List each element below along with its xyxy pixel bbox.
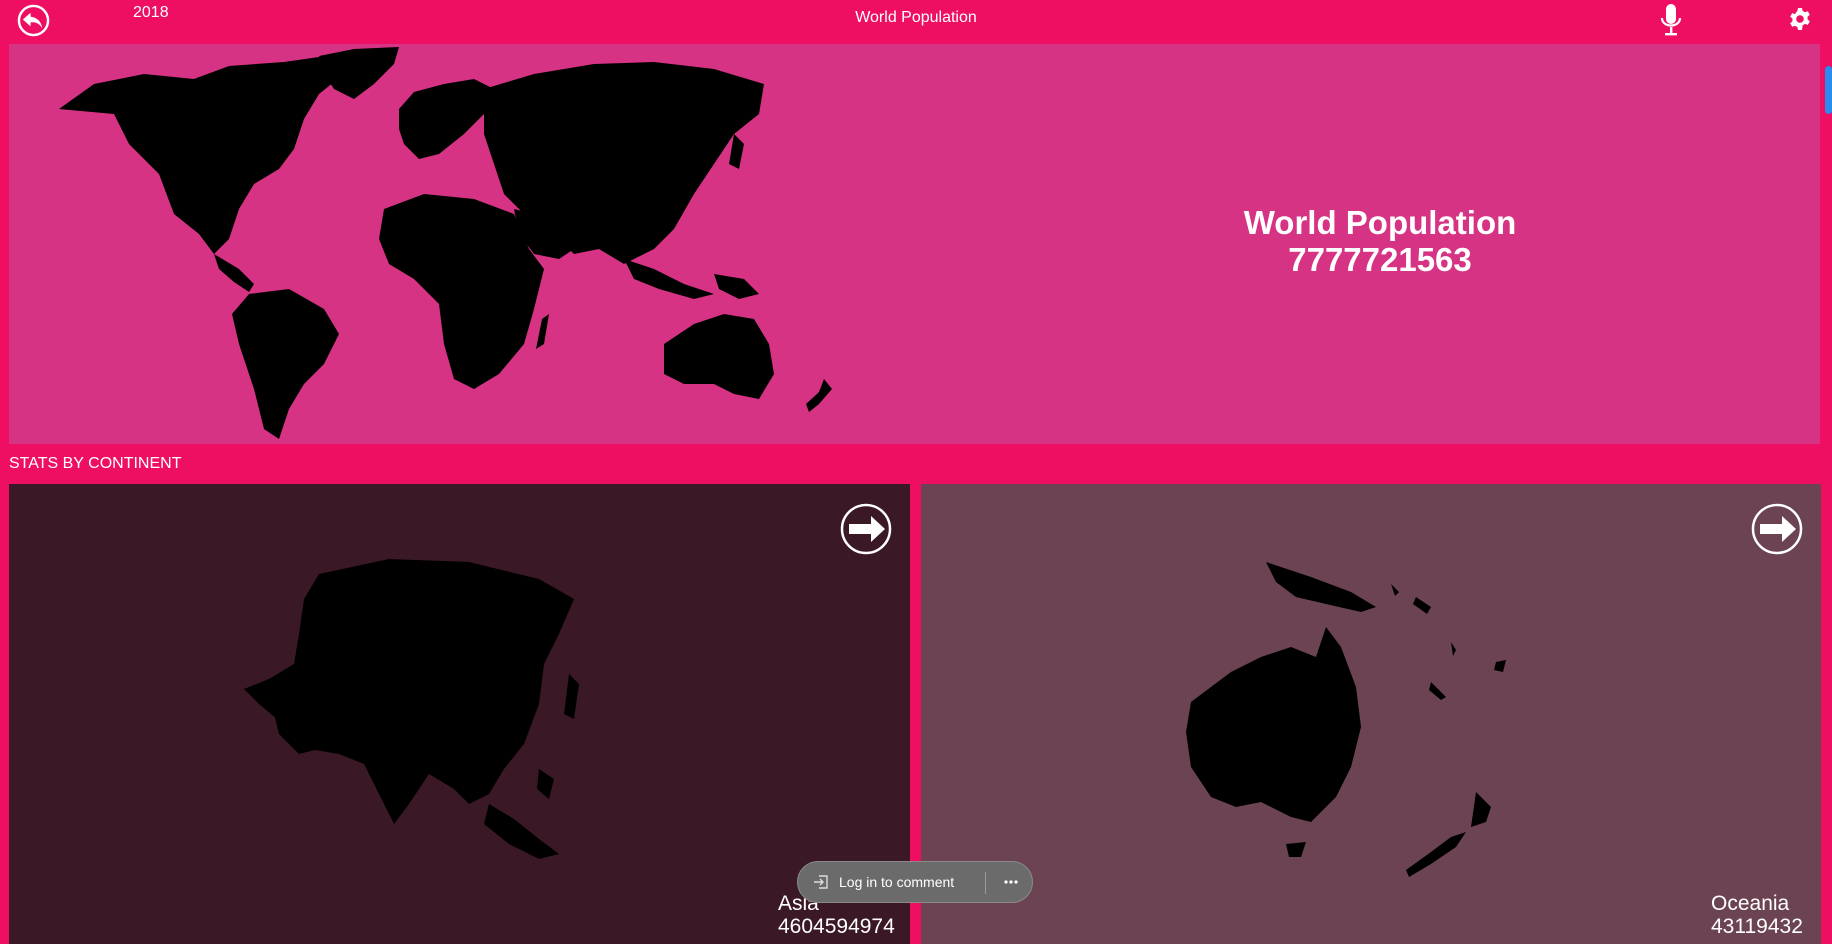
divider <box>985 872 986 894</box>
hero-title: World Population <box>1243 204 1517 241</box>
app-title: World Population <box>855 9 977 26</box>
section-label: STATS BY CONTINENT <box>9 455 182 472</box>
continent-population: 43119432 <box>1711 915 1803 938</box>
hero-population: 7777721563 <box>1288 241 1472 278</box>
world-population-hero: World Population 7777721563 <box>9 44 1820 444</box>
scrollbar-thumb[interactable] <box>1825 66 1832 114</box>
comment-bar: Log in to comment <box>797 861 1033 903</box>
asia-map <box>244 559 579 859</box>
world-map <box>59 47 832 439</box>
login-to-comment-link[interactable]: Log in to comment <box>839 874 954 890</box>
top-bar: 2018 World Population <box>0 0 1832 44</box>
oceania-map <box>1186 562 1506 877</box>
more-dots-icon[interactable] <box>996 867 1026 897</box>
arrow-right-icon[interactable] <box>1751 503 1803 555</box>
arrow-right-icon[interactable] <box>840 503 892 555</box>
continent-name: Oceania <box>1711 892 1790 915</box>
continent-card-oceania[interactable]: Oceania 43119432 <box>921 484 1821 944</box>
gear-icon[interactable] <box>1788 7 1812 31</box>
microphone-icon[interactable] <box>1658 2 1684 38</box>
world-population-summary: World Population 7777721563 <box>1184 204 1576 278</box>
login-icon <box>814 875 828 889</box>
continent-card-asia[interactable]: Asia 4604594974 <box>9 484 910 944</box>
continent-population: 4604594974 <box>778 915 895 938</box>
